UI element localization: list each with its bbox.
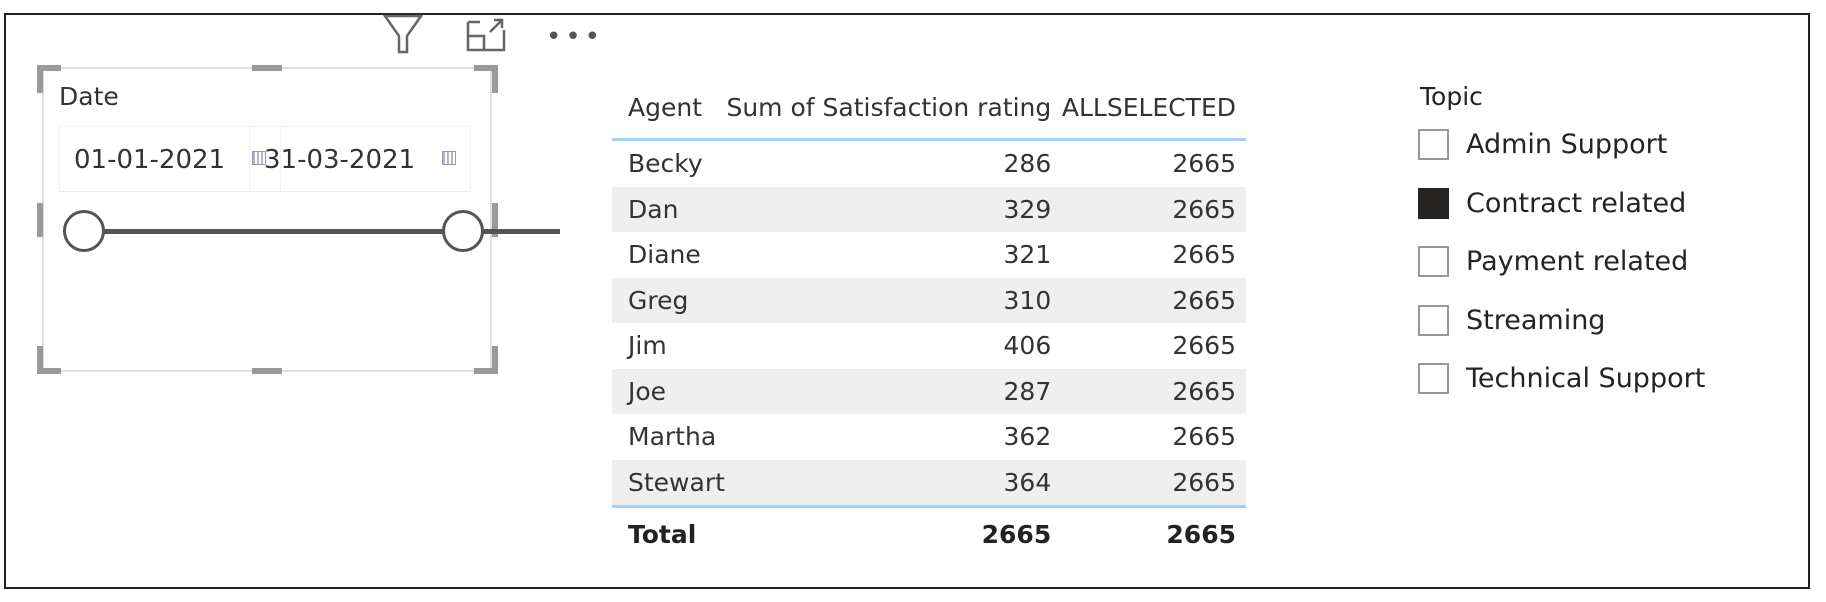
range-end-handle[interactable] — [442, 210, 484, 252]
satisfaction-cell: 364 — [725, 459, 1062, 507]
topic-label: Technical Support — [1466, 363, 1706, 394]
checkbox[interactable] — [1418, 129, 1449, 160]
checkbox[interactable] — [1418, 304, 1449, 336]
satisfaction-cell: 362 — [1003, 422, 1052, 452]
allselected-cell: 2665 — [1172, 422, 1236, 452]
topic-label: Contract related — [1466, 187, 1687, 219]
agent-cell: Joe — [612, 368, 726, 414]
topic-label: Streaming — [1466, 304, 1606, 336]
topic-label: Payment related — [1466, 246, 1689, 277]
date-range-track[interactable] — [100, 229, 560, 234]
agent-cell: Greg — [612, 277, 726, 323]
table-row[interactable]: Joe 287 2665 — [612, 368, 1246, 414]
satisfaction-cell: 287 — [725, 368, 1062, 414]
resize-handle[interactable] — [37, 65, 43, 93]
agent-cell: Martha — [628, 422, 717, 452]
end-date-input[interactable]: 31-03-2021 — [249, 126, 471, 192]
date-slicer-title: Date — [59, 82, 119, 111]
resize-handle[interactable] — [37, 203, 43, 237]
table-row[interactable]: Dan 329 2665 — [612, 186, 1246, 232]
resize-handle[interactable] — [37, 346, 43, 374]
resize-handle[interactable] — [492, 65, 498, 93]
more-options-icon[interactable]: ••• — [546, 22, 604, 52]
end-date-value: 31-03-2021 — [264, 145, 416, 175]
allselected-cell: 2665 — [1172, 149, 1236, 179]
agent-cell: Becky — [628, 149, 703, 179]
allselected-cell: 2665 — [1172, 331, 1236, 361]
start-date-value: 01-01-2021 — [74, 145, 226, 175]
satisfaction-cell: 321 — [1003, 240, 1052, 270]
agent-table: Agent Sum of Satisfaction rating ALLSELE… — [612, 76, 1246, 560]
topic-slicer-title: Topic — [1420, 82, 1483, 111]
allselected-cell: 2665 — [1061, 277, 1246, 323]
agent-cell: Jim — [628, 331, 667, 361]
satisfaction-cell: 329 — [725, 186, 1062, 232]
satisfaction-cell: 310 — [725, 277, 1062, 323]
table-row[interactable]: Stewart 364 2665 — [612, 459, 1246, 507]
topic-label: Admin Support — [1466, 129, 1668, 160]
resize-handle[interactable] — [492, 346, 498, 374]
agent-cell: Stewart — [612, 459, 726, 507]
satisfaction-cell: 406 — [1003, 331, 1052, 361]
calendar-icon[interactable] — [442, 151, 456, 165]
checkbox[interactable] — [1418, 246, 1449, 277]
table-row[interactable]: Jim 406 2665 — [612, 323, 1246, 369]
resize-handle[interactable] — [252, 368, 282, 374]
total-allselected: 2665 — [1061, 505, 1246, 560]
column-header-agent[interactable]: Agent — [612, 76, 726, 141]
total-label: Total — [612, 505, 726, 560]
checkbox[interactable] — [1418, 363, 1449, 394]
allselected-cell: 2665 — [1061, 186, 1246, 232]
table-row[interactable]: Greg 310 2665 — [612, 277, 1246, 323]
table-row[interactable]: Diane 321 2665 — [612, 232, 1246, 278]
range-start-handle[interactable] — [63, 210, 105, 252]
allselected-cell: 2665 — [1061, 459, 1246, 507]
allselected-cell: 2665 — [1172, 240, 1236, 270]
total-satisfaction: 2665 — [725, 505, 1062, 560]
column-header-allselected[interactable]: ALLSELECTED — [1061, 76, 1246, 141]
allselected-cell: 2665 — [1061, 368, 1246, 414]
filter-icon[interactable] — [383, 14, 423, 54]
checkbox[interactable] — [1418, 187, 1449, 219]
table-row[interactable]: Martha 362 2665 — [612, 414, 1246, 460]
agent-cell: Diane — [628, 240, 701, 270]
satisfaction-cell: 286 — [1003, 149, 1052, 179]
start-date-input[interactable]: 01-01-2021 — [59, 126, 281, 192]
date-slicer — [42, 67, 492, 372]
total-row: Total 2665 2665 — [612, 505, 1246, 560]
resize-handle[interactable] — [252, 65, 282, 71]
agent-cell: Dan — [612, 186, 726, 232]
focus-mode-icon[interactable] — [466, 16, 506, 52]
table-row[interactable]: Becky 286 2665 — [612, 140, 1246, 187]
column-header-satisfaction[interactable]: Sum of Satisfaction rating — [725, 76, 1062, 141]
